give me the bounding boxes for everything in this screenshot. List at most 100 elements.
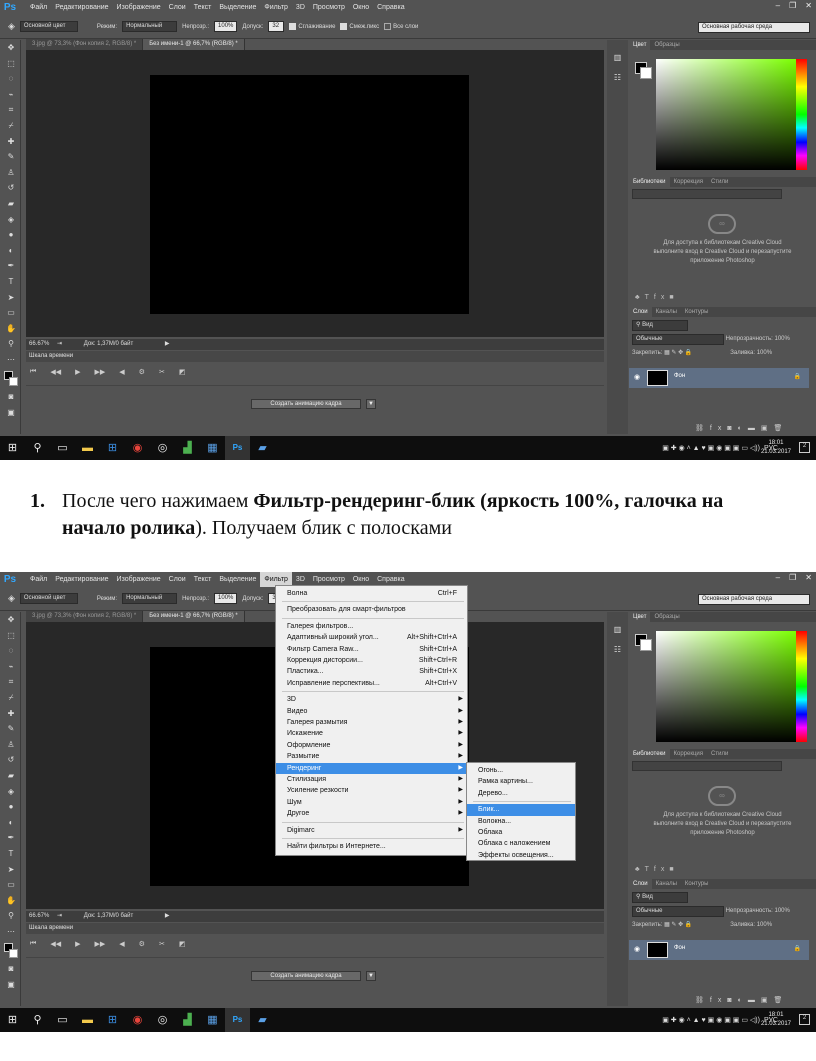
opacity-input[interactable]: 100%	[214, 21, 238, 32]
animation-type-dropdown[interactable]: ▼	[366, 971, 376, 981]
fx-icon[interactable]: fx	[710, 997, 727, 1004]
restore-icon[interactable]: ❐	[789, 1, 796, 10]
quick-mask-icon[interactable]: ◙	[4, 389, 18, 405]
notification-icon[interactable]: 2	[799, 1014, 810, 1025]
color-picker-field[interactable]	[656, 59, 797, 170]
filter-menu-item[interactable]: Коррекция дисторсии... Shift+Ctrl+R	[276, 655, 467, 666]
path-select-tool-icon[interactable]: ➤	[4, 290, 18, 306]
new-layer-icon[interactable]: ▣	[761, 425, 774, 432]
scissors-icon[interactable]: ✂	[159, 368, 165, 376]
layer-blend-select[interactable]: Обычные	[632, 906, 724, 917]
render-submenu-item[interactable]: Облака с наложением	[467, 838, 575, 849]
menu-filter[interactable]: Фильтр	[260, 0, 292, 15]
eraser-tool-icon[interactable]: ▰	[4, 768, 18, 784]
lasso-tool-icon[interactable]: ◌	[4, 643, 18, 659]
shape-tool-icon[interactable]: ▭	[4, 305, 18, 321]
quick-select-tool-icon[interactable]: ⌁	[4, 659, 18, 675]
brush-tool-icon[interactable]: ✎	[4, 149, 18, 165]
pen-tool-icon[interactable]: ✒	[4, 258, 18, 274]
history-panel-icon[interactable]: ▥	[611, 622, 625, 638]
all-layers-checkbox[interactable]: Все слои	[384, 22, 418, 30]
adjustment-icon[interactable]: ◐	[738, 425, 748, 432]
new-layer-icon[interactable]: ▣	[761, 997, 774, 1004]
workspace-select[interactable]: Основная рабочая среда	[698, 22, 810, 33]
menu-layers[interactable]: Слои	[165, 0, 190, 15]
status-arrow-icon[interactable]: ⇥	[57, 913, 62, 919]
clock[interactable]: 18:01 21.03.2017	[761, 1011, 791, 1029]
menu-select[interactable]: Выделение	[215, 572, 260, 587]
brush-tool-icon[interactable]: ✎	[4, 721, 18, 737]
link-icon[interactable]: ⛓	[695, 997, 710, 1004]
folder-icon[interactable]: ▬	[748, 425, 761, 432]
trash-icon[interactable]: 🗑	[773, 425, 788, 432]
menu-edit[interactable]: Редактирование	[51, 572, 112, 587]
store-icon[interactable]: ⊞	[100, 1008, 125, 1032]
filter-menu-item[interactable]: Оформление ▶	[276, 740, 467, 751]
lock-icons[interactable]: ▦ ✎ ✥ 🔒	[664, 350, 692, 356]
history-brush-icon[interactable]: ↺	[4, 180, 18, 196]
tab-doc-2[interactable]: Без имени-1 @ 66,7% (RGB/8) *	[143, 611, 245, 622]
filter-menu-item[interactable]: Искажение ▶	[276, 728, 467, 739]
explorer-icon[interactable]: ▬	[75, 1008, 100, 1032]
menu-text[interactable]: Текст	[190, 0, 216, 15]
filter-menu-item[interactable]: Волна Ctrl+F	[276, 588, 467, 599]
pen-tool-icon[interactable]: ✒	[4, 830, 18, 846]
menu-image[interactable]: Изображение	[113, 572, 165, 587]
hue-slider[interactable]	[796, 59, 807, 170]
properties-panel-icon[interactable]: ☷	[611, 642, 625, 658]
close-icon[interactable]: ✕	[805, 573, 812, 582]
filter-menu-item[interactable]: Пластика... Shift+Ctrl+X	[276, 666, 467, 677]
filter-menu-item[interactable]: Видео ▶	[276, 706, 467, 717]
blur-tool-icon[interactable]: ●	[4, 227, 18, 243]
animation-type-dropdown[interactable]: ▼	[366, 399, 376, 409]
menu-file[interactable]: Файл	[26, 0, 51, 15]
render-submenu-item[interactable]: Дерево...	[467, 788, 575, 799]
tab-layers[interactable]: Слои	[629, 879, 652, 889]
zoom-tool-icon[interactable]: ⚲	[4, 908, 18, 924]
menu-file[interactable]: Файл	[26, 572, 51, 587]
stamp-tool-icon[interactable]: ♙	[4, 737, 18, 753]
eraser-tool-icon[interactable]: ▰	[4, 196, 18, 212]
type-tool-icon[interactable]: T	[4, 846, 18, 862]
crop-tool-icon[interactable]: ⌗	[4, 674, 18, 690]
more-tools-icon[interactable]: ⋯	[4, 924, 18, 940]
paint-bucket-tool-icon[interactable]: ◈	[4, 784, 18, 800]
lock-icons[interactable]: ▦ ✎ ✥ 🔒	[664, 922, 692, 928]
chrome-icon[interactable]: ◉	[125, 436, 150, 460]
photos-icon[interactable]: ▰	[250, 1008, 275, 1032]
tray-icons[interactable]: ▣ ✚ ◉ ˄ ▲ ♥ ▣ ◉ ▣ ▣ ▭ ◁))	[662, 1016, 760, 1024]
black-canvas[interactable]	[150, 75, 469, 314]
filter-menu-item[interactable]: Галерея размытия ▶	[276, 717, 467, 728]
history-panel-icon[interactable]: ▥	[611, 50, 625, 66]
menu-text[interactable]: Текст	[190, 572, 216, 587]
tab-libraries[interactable]: Библиотеки	[629, 749, 670, 759]
screen-mode-icon[interactable]: ▣	[4, 977, 18, 993]
create-animation-button[interactable]: Создать анимацию кадра	[251, 399, 361, 409]
restore-icon[interactable]: ❐	[789, 573, 796, 582]
tab-doc-1[interactable]: 3.jpg @ 73,3% (Фон копия 2, RGB/8) *	[26, 611, 144, 622]
filter-menu-item[interactable]: Найти фильтры в Интернете...	[276, 841, 467, 852]
paint-bucket-tool-icon[interactable]: ◈	[4, 212, 18, 228]
render-submenu-item[interactable]: Огонь...	[467, 765, 575, 776]
filter-menu-item[interactable]: Другое ▶	[276, 808, 467, 819]
zoom-tool-icon[interactable]: ⚲	[4, 336, 18, 352]
filter-menu-item[interactable]: Фильтр Camera Raw... Shift+Ctrl+A	[276, 644, 467, 655]
properties-panel-icon[interactable]: ☷	[611, 70, 625, 86]
layer-blend-select[interactable]: Обычные	[632, 334, 724, 345]
menu-help[interactable]: Справка	[373, 0, 408, 15]
app-icon[interactable]: ◎	[150, 436, 175, 460]
media-icon[interactable]: ▦	[200, 1008, 225, 1032]
contiguous-checkbox[interactable]: Смеж.пикс	[340, 22, 379, 30]
store-icon[interactable]: ⊞	[100, 436, 125, 460]
square-icon[interactable]: ■	[669, 866, 678, 873]
quick-select-tool-icon[interactable]: ⌁	[4, 87, 18, 103]
tab-layers[interactable]: Слои	[629, 307, 652, 317]
history-brush-icon[interactable]: ↺	[4, 752, 18, 768]
blur-tool-icon[interactable]: ●	[4, 799, 18, 815]
tab-channels[interactable]: Каналы	[652, 879, 681, 889]
smoothing-checkbox[interactable]: Сглаживание	[289, 22, 335, 30]
fill-value[interactable]: 100%	[757, 922, 772, 928]
transition-icon[interactable]: ◩	[179, 940, 186, 948]
menu-edit[interactable]: Редактирование	[51, 0, 112, 15]
media-icon[interactable]: ▦	[200, 436, 225, 460]
